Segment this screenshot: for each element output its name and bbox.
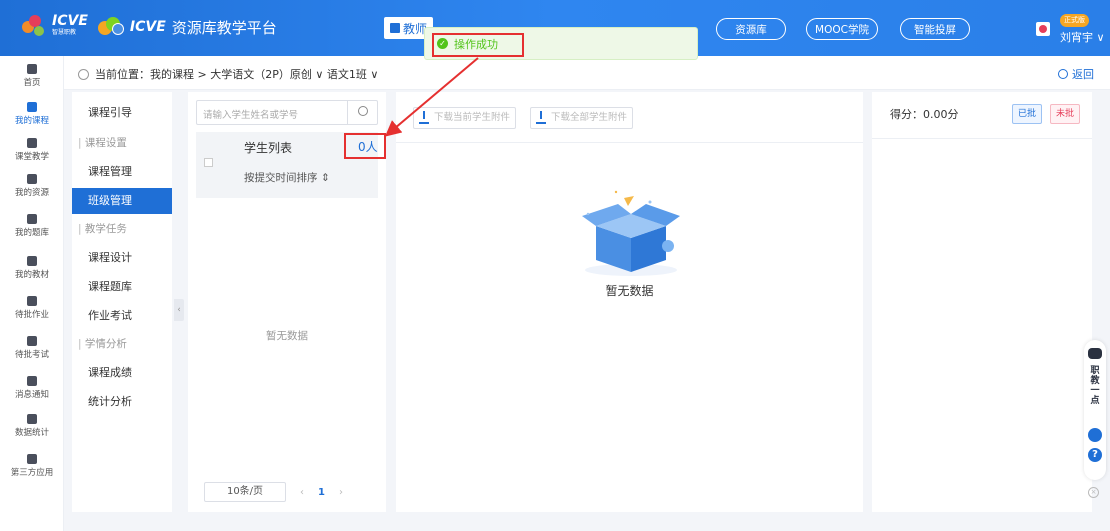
- pagination: 10条/页 ‹ 1 ›: [204, 482, 343, 502]
- collapse-menu-button[interactable]: ‹: [174, 299, 184, 321]
- logo[interactable]: ICVE 智慧职教 ICVE 资源库教学平台: [22, 14, 277, 40]
- breadcrumb[interactable]: 当前位置：我的课程 > 大学语文（2P）原创 ∨ 语文1班 ∨: [78, 66, 378, 82]
- menu-item-homework-exam[interactable]: 作业考试: [72, 303, 172, 329]
- student-list-empty: 暂无数据: [266, 330, 308, 342]
- rail-item-messages[interactable]: 消息通知: [0, 376, 64, 400]
- home-icon: [27, 64, 37, 74]
- rail-item-resources[interactable]: 我的资源: [0, 174, 64, 198]
- menu-item-course-design[interactable]: 课程设计: [72, 245, 172, 271]
- ungraded-filter-button[interactable]: 未批: [1050, 104, 1080, 124]
- rail-item-question-bank[interactable]: 我的题库: [0, 214, 64, 238]
- rail-item-home[interactable]: 首页: [0, 64, 64, 88]
- prev-page-button[interactable]: ‹: [300, 487, 304, 498]
- menu-item-stats-analysis[interactable]: 统计分析: [72, 389, 172, 415]
- rail-item-textbook[interactable]: 我的教材: [0, 256, 64, 280]
- app-switch-icon[interactable]: [1036, 22, 1050, 36]
- apps-icon: [27, 454, 37, 464]
- menu-item-course-bank[interactable]: 课程题库: [72, 274, 172, 300]
- rail-item-my-courses[interactable]: 我的课程: [0, 96, 64, 132]
- search-icon[interactable]: [347, 101, 377, 124]
- help-icon[interactable]: ?: [1088, 448, 1102, 462]
- grading-panel: 得分：0.00分 已批 未批: [872, 92, 1092, 512]
- rail-item-classroom[interactable]: 课堂教学: [0, 138, 64, 162]
- graded-filter-button[interactable]: 已批: [1012, 104, 1042, 124]
- teacher-icon: [390, 23, 400, 33]
- left-rail: 首页 我的课程 课堂教学 我的资源 我的题库 我的教材 待批作业 待批考试 消息…: [0, 56, 64, 531]
- menu-item-course-grades[interactable]: 课程成绩: [72, 360, 172, 386]
- menu-group-analysis: 学情分析: [72, 335, 172, 353]
- robot-icon: [1088, 348, 1102, 359]
- next-page-button[interactable]: ›: [339, 487, 343, 498]
- empty-box-icon: [582, 190, 680, 276]
- menu-group-settings: 课程设置: [72, 134, 172, 152]
- resource-icon: [27, 174, 37, 184]
- toast-highlight-box: [432, 33, 524, 57]
- textbook-icon: [27, 256, 37, 266]
- menu-item-course-intro[interactable]: 课程引导: [72, 100, 172, 126]
- student-list-title: 学生列表: [244, 141, 293, 155]
- sort-by-submit-time[interactable]: 按提交时间排序 ⇕: [244, 170, 330, 185]
- cloud-logo-icon: [97, 17, 126, 37]
- rail-item-exam[interactable]: 待批考试: [0, 336, 64, 360]
- rail-item-stats[interactable]: 数据统计: [0, 414, 64, 438]
- logo-text-secondary: ICVE: [129, 19, 166, 35]
- page-number[interactable]: 1: [318, 487, 325, 498]
- assistant-widget[interactable]: 职教一点 ?: [1084, 340, 1106, 480]
- course-icon: [27, 102, 37, 112]
- back-button[interactable]: 返回: [1058, 66, 1094, 82]
- divider: [872, 138, 1092, 139]
- homework-icon: [27, 296, 37, 306]
- menu-group-tasks: 教学任务: [72, 220, 172, 238]
- divider: [396, 142, 863, 143]
- rail-item-homework[interactable]: 待批作业: [0, 296, 64, 320]
- classroom-icon: [27, 138, 37, 148]
- back-icon: [1058, 69, 1068, 79]
- logo-text: ICVE 智慧职教: [52, 13, 88, 36]
- user-menu[interactable]: 刘宵宇 ∨: [1060, 29, 1105, 45]
- page-size-select[interactable]: 10条/页: [204, 482, 286, 502]
- platform-title: 资源库教学平台: [171, 18, 277, 37]
- close-widget-icon[interactable]: ×: [1088, 487, 1099, 498]
- message-icon: [27, 376, 37, 386]
- score-label: 得分：0.00分: [890, 108, 959, 121]
- rail-item-third-party[interactable]: 第三方应用: [0, 454, 64, 478]
- download-current-button[interactable]: 下载当前学生附件: [413, 107, 517, 129]
- submission-empty: 暂无数据: [605, 284, 654, 298]
- submission-panel: 下载当前学生附件 下载全部学生附件 暂无数据: [396, 92, 863, 512]
- count-highlight-box: [344, 133, 386, 159]
- smart-projection-link[interactable]: 智能投屏: [900, 18, 970, 40]
- breadcrumb-bar: 当前位置：我的课程 > 大学语文（2P）原创 ∨ 语文1班 ∨ 返回: [64, 56, 1110, 90]
- stats-icon: [27, 414, 37, 424]
- brand-mark-icon: [22, 14, 48, 40]
- location-icon: [78, 68, 89, 80]
- resource-library-link[interactable]: 资源库: [716, 18, 786, 40]
- menu-item-class-manage[interactable]: 班级管理: [72, 188, 172, 214]
- mooc-college-link[interactable]: MOOC学院: [806, 18, 878, 40]
- download-app-icon[interactable]: [1088, 428, 1102, 442]
- question-bank-icon: [27, 214, 37, 224]
- select-all-checkbox[interactable]: [204, 158, 213, 167]
- download-all-button[interactable]: 下载全部学生附件: [530, 107, 634, 129]
- assistant-label: 职教一点: [1090, 366, 1100, 406]
- vip-badge: 正式版: [1060, 14, 1089, 27]
- exam-icon: [27, 336, 37, 346]
- course-menu: 课程引导 课程设置 课程管理 班级管理 教学任务 课程设计 课程题库 作业考试 …: [72, 92, 172, 512]
- menu-item-course-manage[interactable]: 课程管理: [72, 159, 172, 185]
- student-search-input[interactable]: 请输入学生姓名或学号: [196, 100, 378, 125]
